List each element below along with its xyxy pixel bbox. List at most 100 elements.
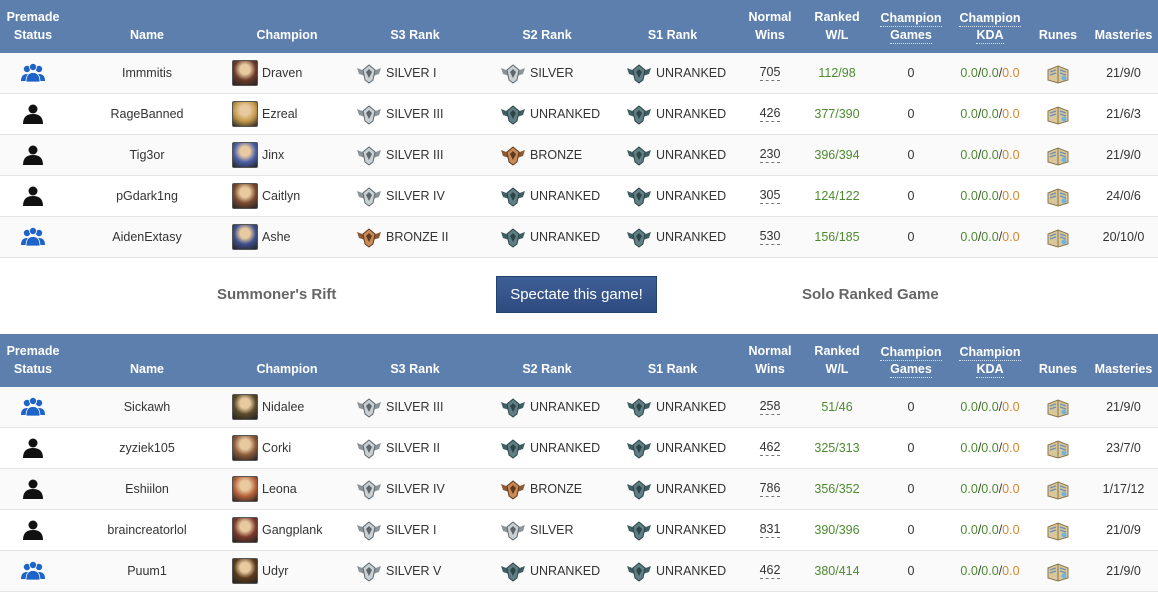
champion-name[interactable]: Udyr (262, 564, 288, 578)
kda-assists: 0.0 (1002, 564, 1020, 578)
runes-cell (1027, 94, 1089, 134)
ranked-wl-value: 377/390 (814, 107, 860, 121)
solo-player-icon (23, 104, 43, 124)
col-normal-wins: Normal Wins (735, 0, 805, 53)
rune-book-icon[interactable] (1045, 226, 1071, 248)
normal-wins-value[interactable]: 305 (759, 188, 781, 204)
col-kda-line1: Champion (959, 11, 1021, 27)
solo-player-icon (23, 186, 43, 206)
masteries-value[interactable]: 23/7/0 (1106, 441, 1141, 455)
silver-rank-emblem-icon (357, 187, 381, 207)
normal-wins-value[interactable]: 786 (759, 481, 781, 497)
summoner-name[interactable]: Eshiilon (125, 482, 169, 496)
unranked-rank-emblem-icon (501, 228, 525, 248)
s1-rank-text: UNRANKED (656, 148, 727, 162)
masteries-value[interactable]: 21/9/0 (1106, 564, 1141, 578)
premade-cell (0, 551, 66, 591)
champion-name[interactable]: Ezreal (262, 107, 297, 121)
rune-book-icon[interactable] (1045, 519, 1071, 541)
champion-cell: Gangplank (228, 510, 346, 550)
masteries-value[interactable]: 21/0/9 (1106, 523, 1141, 537)
normal-wins-value[interactable]: 258 (759, 399, 781, 415)
kda-deaths: 0.0 (981, 441, 999, 455)
col-premade-line1: Premade (6, 344, 60, 358)
masteries-value[interactable]: 1/17/12 (1103, 482, 1145, 496)
col-champion-kda: Champion KDA (953, 334, 1027, 387)
champion-portrait-icon[interactable] (232, 60, 258, 86)
normal-wins-value[interactable]: 462 (759, 440, 781, 456)
game-info-bar: Summoner's Rift Spectate this game! Solo… (0, 258, 1158, 334)
champion-portrait-icon[interactable] (232, 224, 258, 250)
champion-name[interactable]: Corki (262, 441, 291, 455)
spectate-button[interactable]: Spectate this game! (496, 276, 657, 313)
champion-portrait-icon[interactable] (232, 476, 258, 502)
col-s3-label: S3 Rank (390, 362, 440, 376)
champion-portrait-icon[interactable] (232, 101, 258, 127)
summoner-name[interactable]: RageBanned (111, 107, 184, 121)
summoner-name[interactable]: Puum1 (127, 564, 167, 578)
s2-rank-text: BRONZE (530, 148, 583, 162)
masteries-value[interactable]: 21/9/0 (1106, 400, 1141, 414)
summoner-name[interactable]: braincreatorlol (107, 523, 186, 537)
col-ranked-line1: Ranked (814, 10, 860, 24)
rune-book-icon[interactable] (1045, 144, 1071, 166)
champion-name[interactable]: Caitlyn (262, 189, 300, 203)
summoner-name[interactable]: Tig3or (130, 148, 165, 162)
champion-name[interactable]: Nidalee (262, 400, 304, 414)
champion-name[interactable]: Leona (262, 482, 297, 496)
summoner-name[interactable]: Immmitis (122, 66, 172, 80)
champion-name[interactable]: Jinx (262, 148, 284, 162)
masteries-value[interactable]: 21/6/3 (1106, 107, 1141, 121)
unranked-rank-emblem-icon (627, 521, 651, 541)
summoner-name[interactable]: AidenExtasy (112, 230, 181, 244)
rune-book-icon[interactable] (1045, 185, 1071, 207)
champion-name[interactable]: Draven (262, 66, 302, 80)
runes-cell (1027, 176, 1089, 216)
rune-book-icon[interactable] (1045, 437, 1071, 459)
champion-cell: Ezreal (228, 94, 346, 134)
champion-portrait-icon[interactable] (232, 183, 258, 209)
ranked-wl-cell: 112/98 (805, 53, 869, 93)
col-s1-label: S1 Rank (647, 28, 698, 42)
normal-wins-value[interactable]: 530 (759, 229, 781, 245)
champion-portrait-icon[interactable] (232, 558, 258, 584)
col-kda-line1: Champion (959, 345, 1021, 361)
summoner-name[interactable]: zyziek105 (119, 441, 175, 455)
rune-book-icon[interactable] (1045, 478, 1071, 500)
unranked-rank-emblem-icon (627, 146, 651, 166)
normal-wins-value[interactable]: 426 (759, 106, 781, 122)
normal-wins-value[interactable]: 831 (759, 522, 781, 538)
champion-portrait-icon[interactable] (232, 517, 258, 543)
normal-wins-value[interactable]: 705 (759, 65, 781, 81)
premade-cell (0, 94, 66, 134)
s2-rank-text: SILVER (530, 66, 574, 80)
s1-rank-text: UNRANKED (656, 482, 727, 496)
ranked-wl-value: 356/352 (814, 482, 860, 496)
ranked-wl-cell: 377/390 (805, 94, 869, 134)
summoner-name[interactable]: pGdark1ng (116, 189, 178, 203)
masteries-value[interactable]: 21/9/0 (1106, 66, 1141, 80)
champion-portrait-icon[interactable] (232, 142, 258, 168)
s2-rank-text: UNRANKED (530, 564, 601, 578)
normal-wins-value[interactable]: 230 (759, 147, 781, 163)
summoner-name[interactable]: Sickawh (124, 400, 171, 414)
masteries-value[interactable]: 21/9/0 (1106, 148, 1141, 162)
champion-games-value: 0 (907, 148, 915, 162)
champion-portrait-icon[interactable] (232, 435, 258, 461)
col-champion-games: Champion Games (869, 0, 953, 53)
bronze-rank-emblem-icon (501, 480, 525, 500)
s2-rank-cell: SILVER (484, 53, 610, 93)
unranked-rank-emblem-icon (627, 64, 651, 84)
masteries-value[interactable]: 20/10/0 (1103, 230, 1145, 244)
ranked-wl-cell: 396/394 (805, 135, 869, 175)
rune-book-icon[interactable] (1045, 560, 1071, 582)
champion-portrait-icon[interactable] (232, 394, 258, 420)
champion-name[interactable]: Gangplank (262, 523, 322, 537)
rune-book-icon[interactable] (1045, 396, 1071, 418)
rune-book-icon[interactable] (1045, 103, 1071, 125)
normal-wins-value[interactable]: 462 (759, 563, 781, 579)
rune-book-icon[interactable] (1045, 62, 1071, 84)
col-cg-line2: Games (890, 362, 932, 378)
champion-name[interactable]: Ashe (262, 230, 291, 244)
masteries-value[interactable]: 24/0/6 (1106, 189, 1141, 203)
